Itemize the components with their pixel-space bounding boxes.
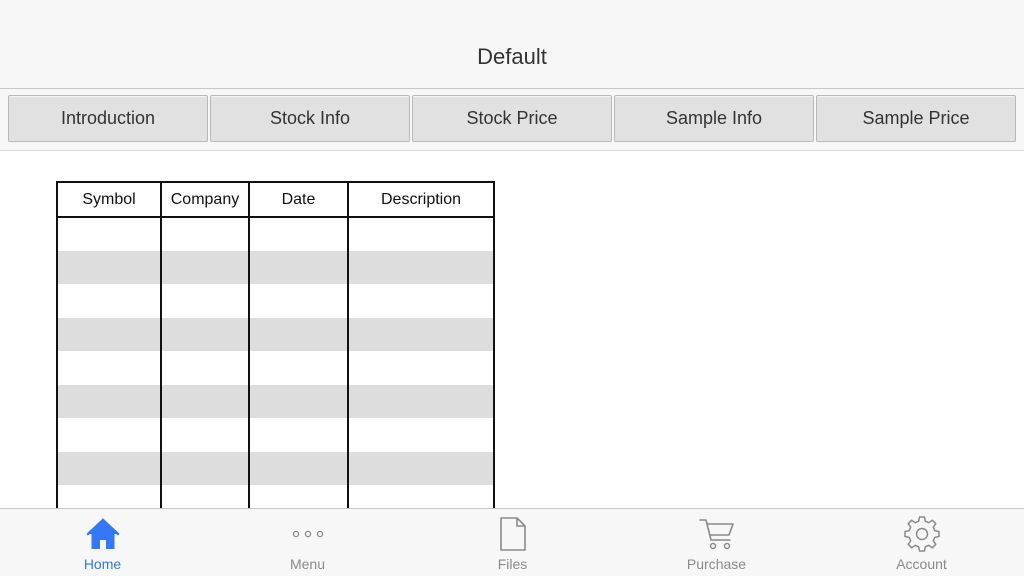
nav-account-label: Account bbox=[896, 556, 947, 572]
table-cell[interactable] bbox=[347, 284, 495, 318]
tab-stock-info[interactable]: Stock Info bbox=[210, 95, 410, 142]
home-icon bbox=[86, 516, 120, 552]
table-cell[interactable] bbox=[56, 418, 162, 452]
table-cell[interactable] bbox=[248, 485, 349, 508]
table-cell[interactable] bbox=[248, 317, 349, 351]
table-row[interactable] bbox=[56, 418, 495, 452]
table-cell[interactable] bbox=[347, 317, 495, 351]
segment-tab-bar: Introduction Stock Info Stock Price Samp… bbox=[0, 89, 1024, 151]
nav-purchase-label: Purchase bbox=[686, 556, 747, 572]
table-cell[interactable] bbox=[160, 317, 250, 351]
table-cell[interactable] bbox=[160, 384, 250, 418]
tab-stock-price[interactable]: Stock Price bbox=[412, 95, 612, 142]
file-icon bbox=[496, 516, 530, 552]
nav-menu-label: Menu bbox=[289, 556, 326, 572]
table-cell[interactable] bbox=[56, 317, 162, 351]
nav-account[interactable]: Account bbox=[819, 509, 1024, 577]
nav-files[interactable]: Files bbox=[410, 509, 615, 577]
table-cell[interactable] bbox=[248, 250, 349, 284]
table-cell[interactable] bbox=[56, 284, 162, 318]
nav-purchase[interactable]: Purchase bbox=[614, 509, 819, 577]
table-cell[interactable] bbox=[160, 250, 250, 284]
table-row[interactable] bbox=[56, 451, 495, 485]
tab-introduction[interactable]: Introduction bbox=[8, 95, 208, 142]
table-cell[interactable] bbox=[56, 485, 162, 508]
bottom-tab-bar: Home Menu Files Purchase Account bbox=[0, 508, 1024, 576]
tab-sample-info[interactable]: Sample Info bbox=[614, 95, 814, 142]
column-header-description[interactable]: Description bbox=[347, 181, 495, 218]
header-bar: Default bbox=[0, 0, 1024, 89]
nav-home[interactable]: Home bbox=[0, 509, 205, 577]
table-cell[interactable] bbox=[56, 250, 162, 284]
nav-menu[interactable]: Menu bbox=[205, 509, 410, 577]
nav-home-label: Home bbox=[83, 556, 122, 572]
table-cell[interactable] bbox=[56, 384, 162, 418]
table-cell[interactable] bbox=[160, 418, 250, 452]
table-cell[interactable] bbox=[248, 384, 349, 418]
table-cell[interactable] bbox=[56, 351, 162, 385]
table-header-row: Symbol Company Date Description bbox=[56, 181, 495, 218]
table-row[interactable] bbox=[56, 384, 495, 418]
table-cell[interactable] bbox=[160, 451, 250, 485]
table-row[interactable] bbox=[56, 284, 495, 318]
column-header-symbol[interactable]: Symbol bbox=[56, 181, 162, 218]
table-cell[interactable] bbox=[160, 351, 250, 385]
table-cell[interactable] bbox=[347, 451, 495, 485]
tab-sample-price[interactable]: Sample Price bbox=[816, 95, 1016, 142]
table-cell[interactable] bbox=[347, 384, 495, 418]
cart-icon bbox=[698, 516, 736, 552]
table-cell[interactable] bbox=[347, 217, 495, 251]
table-cell[interactable] bbox=[347, 418, 495, 452]
page-title: Default bbox=[477, 44, 547, 69]
data-table: Symbol Company Date Description bbox=[56, 181, 495, 508]
table-cell[interactable] bbox=[160, 217, 250, 251]
table-cell[interactable] bbox=[160, 485, 250, 508]
table-cell[interactable] bbox=[160, 284, 250, 318]
more-icon bbox=[291, 516, 325, 552]
table-cell[interactable] bbox=[56, 217, 162, 251]
table-cell[interactable] bbox=[248, 418, 349, 452]
table-cell[interactable] bbox=[56, 451, 162, 485]
column-header-company[interactable]: Company bbox=[160, 181, 250, 218]
table-cell[interactable] bbox=[248, 217, 349, 251]
table-cell[interactable] bbox=[248, 351, 349, 385]
content-area: Symbol Company Date Description bbox=[0, 152, 1024, 508]
table-row[interactable] bbox=[56, 485, 495, 508]
column-header-date[interactable]: Date bbox=[248, 181, 349, 218]
table-cell[interactable] bbox=[248, 451, 349, 485]
table-cell[interactable] bbox=[347, 351, 495, 385]
table-cell[interactable] bbox=[248, 284, 349, 318]
table-row[interactable] bbox=[56, 250, 495, 284]
table-row[interactable] bbox=[56, 317, 495, 351]
gear-icon bbox=[903, 516, 940, 552]
table-cell[interactable] bbox=[347, 250, 495, 284]
table-cell[interactable] bbox=[347, 485, 495, 508]
table-row[interactable] bbox=[56, 351, 495, 385]
table-row[interactable] bbox=[56, 217, 495, 251]
nav-files-label: Files bbox=[497, 556, 528, 572]
